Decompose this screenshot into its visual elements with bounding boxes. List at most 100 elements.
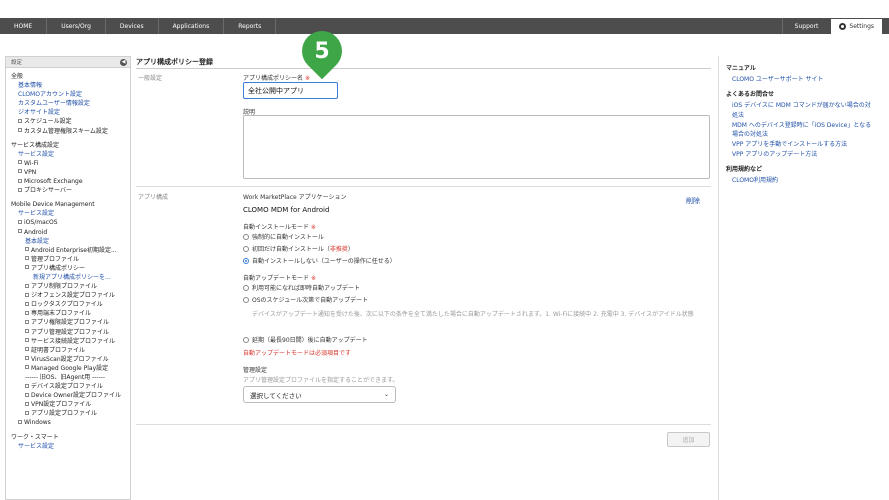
radio-install-first[interactable]: 初回だけ自動インストール（非推奨） bbox=[243, 244, 354, 253]
faq-link[interactable]: VPP アプリのアップデート方法 bbox=[732, 149, 817, 158]
sidebar-item[interactable]: サービス接続設定プロファイル bbox=[11, 337, 125, 346]
right-divider bbox=[718, 56, 719, 500]
collapse-icon[interactable]: ◀ bbox=[120, 58, 127, 66]
sidebar-item[interactable]: Android Enterprise初期設定... bbox=[11, 246, 125, 255]
expand-icon[interactable] bbox=[25, 319, 29, 324]
description-textarea[interactable] bbox=[243, 115, 710, 179]
faq-link[interactable]: 場合の対処法 bbox=[732, 129, 768, 138]
sidebar-item[interactable]: 専用端末プロファイル bbox=[11, 309, 125, 318]
expand-icon[interactable] bbox=[18, 128, 22, 133]
radio-update-postpone[interactable]: 延期（最長90日間）後に自動アップデート bbox=[243, 335, 368, 344]
sidebar-item[interactable]: Device Owner設定プロファイル bbox=[11, 391, 125, 400]
sidebar-item[interactable]: CLOMOアカウント設定 bbox=[11, 90, 125, 99]
sidebar-item[interactable]: VPN設定プロファイル bbox=[11, 400, 125, 409]
sidebar-item[interactable]: VPN bbox=[11, 168, 125, 177]
nav-users-org[interactable]: Users/Org bbox=[47, 18, 106, 34]
sidebar-item[interactable]: Windows bbox=[11, 418, 125, 427]
nav-support[interactable]: Support bbox=[781, 18, 831, 34]
sidebar-item[interactable]: アプリ制限プロファイル bbox=[11, 282, 125, 291]
radio-update-os-schedule[interactable]: OSのスケジュール次第で自動アップデート bbox=[243, 295, 368, 304]
faq-link[interactable]: MDM へのデバイス登録時に「iOS Device」となる bbox=[732, 120, 871, 129]
auto-update-label: 自動アップデートモード ※ bbox=[243, 273, 316, 282]
sidebar-item-label: サービス設定 bbox=[18, 210, 55, 218]
expand-icon[interactable] bbox=[18, 219, 22, 224]
sidebar-item[interactable]: カスタム管理権限スキーム設定 bbox=[11, 127, 125, 136]
expand-icon[interactable] bbox=[18, 160, 22, 165]
sidebar-item[interactable]: スケジュール設定 bbox=[11, 117, 125, 126]
expand-icon[interactable] bbox=[25, 247, 29, 252]
sidebar-item[interactable]: ジオサイト設定 bbox=[11, 108, 125, 117]
expand-icon[interactable] bbox=[18, 118, 22, 123]
nav-settings[interactable]: Settings bbox=[830, 18, 883, 34]
sidebar-item-label: アプリ制限プロファイル bbox=[31, 283, 98, 291]
faq-link[interactable]: iOS デバイスに MDM コマンドが届かない場合の対 bbox=[732, 100, 871, 109]
sidebar-item[interactable]: 新規アプリ構成ポリシーを... bbox=[11, 273, 125, 282]
nav-home[interactable]: HOME bbox=[0, 18, 48, 34]
sidebar-item[interactable]: 証明書プロファイル bbox=[11, 346, 125, 355]
sidebar-item[interactable]: 管理プロファイル bbox=[11, 255, 125, 264]
sidebar-item[interactable]: ジオフェンス設定プロファイル bbox=[11, 291, 125, 300]
expand-icon[interactable] bbox=[18, 229, 22, 233]
sidebar-item[interactable]: サービス設定 bbox=[11, 442, 125, 451]
terms-link[interactable]: CLOMO利用規約 bbox=[732, 175, 778, 184]
sidebar-item[interactable]: ロックタスクプロファイル bbox=[11, 300, 125, 309]
sidebar-item[interactable]: 基本情報 bbox=[11, 81, 125, 90]
expand-icon[interactable] bbox=[18, 419, 22, 424]
expand-icon[interactable] bbox=[25, 401, 29, 406]
expand-icon[interactable] bbox=[18, 178, 22, 183]
expand-icon[interactable] bbox=[25, 365, 29, 370]
add-button[interactable]: 追加 bbox=[667, 432, 710, 447]
sidebar-item[interactable]: アプリ設定プロファイル bbox=[11, 409, 125, 418]
radio-update-immediate[interactable]: 利用可能になれば即時自動アップデート bbox=[243, 283, 360, 292]
expand-icon[interactable] bbox=[18, 169, 22, 174]
faq-link[interactable]: 処法 bbox=[732, 110, 744, 119]
expand-icon[interactable] bbox=[25, 356, 29, 361]
sidebar-item[interactable]: Managed Google Play設定 bbox=[11, 364, 125, 373]
sidebar-item-label: Device Owner設定プロファイル bbox=[31, 392, 122, 400]
sidebar-item-label: ワーク・スマート bbox=[11, 433, 59, 441]
faq-link[interactable]: VPP アプリを手動でインストールする方法 bbox=[732, 139, 847, 148]
sidebar-item[interactable]: デバイス設定プロファイル bbox=[11, 382, 125, 391]
expand-icon[interactable] bbox=[25, 383, 29, 388]
sidebar-item[interactable]: Wi-Fi bbox=[11, 159, 125, 168]
sidebar-item[interactable]: VirusScan設定プロファイル bbox=[11, 355, 125, 364]
expand-icon[interactable] bbox=[18, 187, 22, 192]
expand-icon[interactable] bbox=[25, 392, 29, 397]
sidebar-item[interactable]: アプリ権限設定プロファイル bbox=[11, 318, 125, 327]
nav-applications[interactable]: Applications bbox=[159, 18, 225, 34]
radio-install-force[interactable]: 強制的に自動インストール bbox=[243, 232, 324, 241]
expand-icon[interactable] bbox=[25, 347, 29, 352]
expand-icon[interactable] bbox=[25, 410, 29, 415]
manual-link[interactable]: CLOMO ユーザーサポート サイト bbox=[732, 74, 824, 83]
mgmt-label: 管理設定 bbox=[243, 367, 268, 374]
sidebar-item[interactable]: 基本設定 bbox=[11, 237, 125, 246]
expand-icon[interactable] bbox=[25, 283, 29, 288]
sidebar-item-label: Mobile Device Management bbox=[11, 201, 95, 209]
expand-icon[interactable] bbox=[25, 265, 29, 270]
nav-devices[interactable]: Devices bbox=[106, 18, 159, 34]
expand-icon[interactable] bbox=[25, 338, 29, 343]
sidebar-item[interactable]: Android bbox=[11, 228, 125, 237]
policy-name-input[interactable]: 全社公開中アプリ bbox=[243, 82, 338, 99]
expand-icon[interactable] bbox=[25, 256, 29, 261]
expand-icon[interactable] bbox=[25, 310, 29, 315]
sidebar-item[interactable]: アプリ管理設定プロファイル bbox=[11, 328, 125, 337]
sidebar-item-label: プロキシサーバー bbox=[24, 187, 72, 195]
sidebar-item[interactable]: アプリ構成ポリシー bbox=[11, 264, 125, 273]
sidebar-item[interactable]: サービス設定 bbox=[11, 209, 125, 218]
radio-install-none[interactable]: 自動インストールしない（ユーザーの操作に任せる） bbox=[243, 256, 396, 265]
sidebar-item[interactable]: サービス設定 bbox=[11, 150, 125, 159]
sidebar-item[interactable]: Microsoft Exchange bbox=[11, 177, 125, 186]
required-mark: ※ bbox=[304, 75, 310, 82]
mgmt-profile-select[interactable]: 選択してください ⌄ bbox=[243, 386, 396, 403]
sidebar-item[interactable]: ------ 旧OS、旧Agent用 ------ bbox=[11, 373, 125, 382]
nav-reports[interactable]: Reports bbox=[224, 18, 277, 34]
sidebar-item[interactable]: プロキシサーバー bbox=[11, 186, 125, 195]
sidebar-item[interactable]: iOS/macOS bbox=[11, 218, 125, 227]
sidebar-item-label: ------ 旧OS、旧Agent用 ------ bbox=[25, 374, 106, 381]
expand-icon[interactable] bbox=[25, 292, 29, 297]
delete-link[interactable]: 削除 bbox=[686, 196, 700, 206]
sidebar-item[interactable]: カスタムユーザー情報設定 bbox=[11, 99, 125, 108]
expand-icon[interactable] bbox=[25, 329, 29, 334]
expand-icon[interactable] bbox=[25, 301, 29, 306]
